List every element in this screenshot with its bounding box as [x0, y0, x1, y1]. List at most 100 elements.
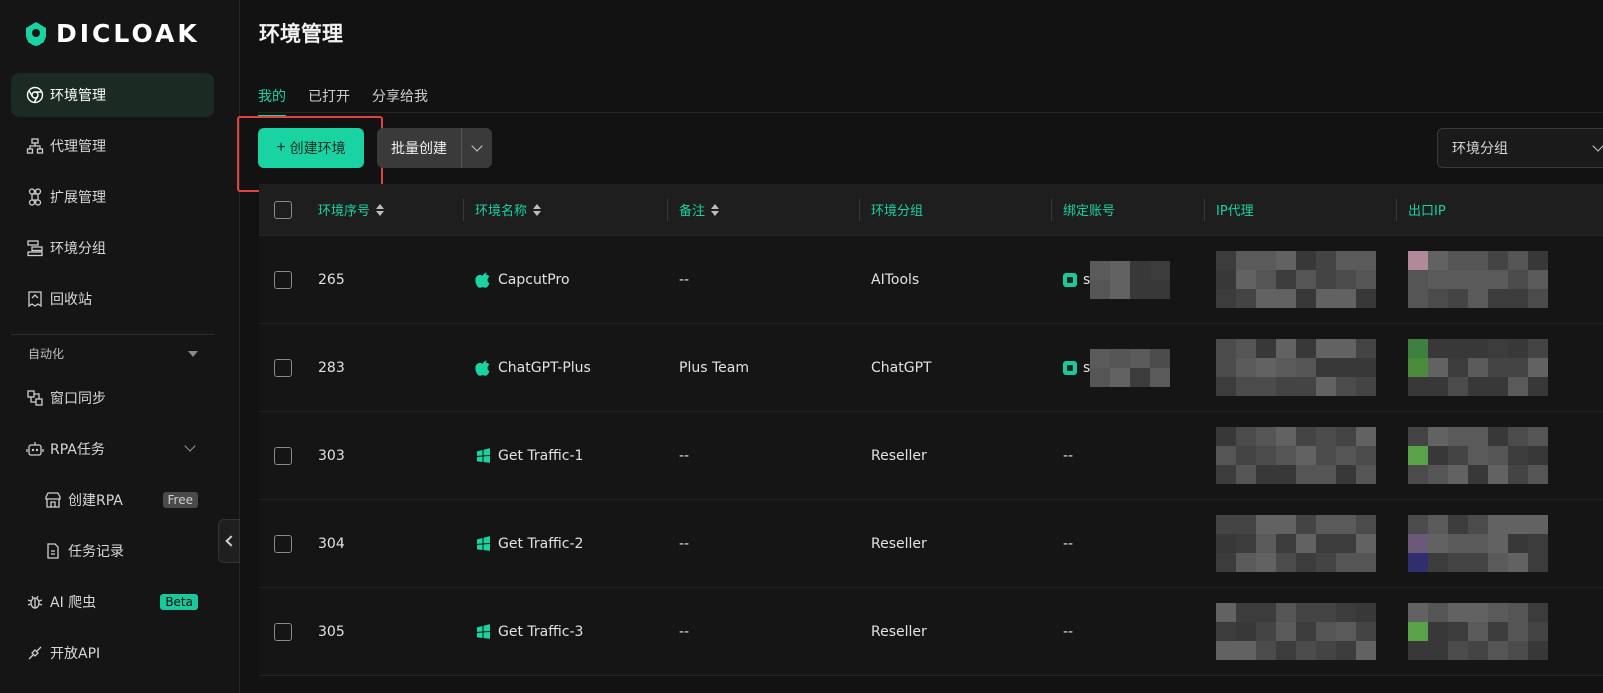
bound-account: --	[1063, 447, 1074, 464]
env-group: ChatGPT	[871, 359, 932, 376]
col-env-name[interactable]: 环境名称	[463, 184, 667, 235]
sidebar-item-env-manage[interactable]: 环境管理	[11, 73, 214, 117]
sidebar-item-recycle-bin[interactable]: 回收站	[11, 277, 214, 321]
chevron-down-icon	[471, 140, 483, 152]
row-checkbox[interactable]	[273, 270, 292, 289]
env-name-cell[interactable]: Get Traffic-2	[463, 500, 667, 587]
redacted-block	[1216, 251, 1376, 308]
group-cell: AITools	[859, 236, 1051, 323]
account-icon	[1063, 360, 1077, 375]
sidebar-item-proxy-manage[interactable]: 代理管理	[11, 124, 214, 168]
bound-account: --	[1063, 623, 1074, 640]
apple-icon	[475, 359, 492, 376]
env-table: 环境序号 环境名称 备注 环境分组 绑定账号 IP代理 出口IP 265 Cap…	[259, 184, 1603, 676]
row-select-cell	[259, 324, 306, 411]
exit-ip-cell	[1396, 412, 1603, 499]
windows-icon	[475, 535, 492, 552]
row-checkbox[interactable]	[273, 534, 292, 553]
env-name-cell[interactable]: Get Traffic-3	[463, 588, 667, 675]
caret-down-icon	[188, 350, 198, 357]
beta-badge: Beta	[160, 594, 198, 610]
env-name: Get Traffic-2	[498, 535, 584, 552]
sidebar-item-extension-manage[interactable]: 扩展管理	[11, 175, 214, 219]
row-select-cell	[259, 588, 306, 675]
ip-proxy-cell	[1204, 588, 1396, 675]
env-name: Get Traffic-1	[498, 447, 584, 464]
env-group: Reseller	[871, 447, 927, 464]
env-name-cell[interactable]: ChatGPT-Plus	[463, 324, 667, 411]
sidebar-item-label: 开放API	[50, 646, 101, 662]
select-all-checkbox[interactable]	[273, 200, 292, 219]
env-group-select[interactable]: 环境分组	[1437, 128, 1603, 168]
app-window: DICLOAK 环境管理 代理管理 扩展管理 环境分组 回收站 自动化 窗口同步…	[0, 0, 1603, 693]
account-icon	[1063, 272, 1077, 287]
chrome-icon	[26, 86, 44, 104]
windows-icon	[475, 447, 492, 464]
command-icon	[26, 188, 44, 206]
dicloak-logo-icon	[26, 21, 46, 46]
bound-account: --	[1063, 535, 1074, 552]
redacted-block	[1216, 603, 1376, 660]
sidebar-item-label: 环境管理	[50, 88, 106, 104]
sidebar-item-window-sync[interactable]: 窗口同步	[11, 376, 214, 420]
env-name: CapcutPro	[498, 271, 570, 288]
redacted-block	[1216, 515, 1376, 572]
env-id: 305	[318, 623, 345, 640]
brand-logo: DICLOAK	[24, 19, 200, 48]
batch-create-button[interactable]: 批量创建	[377, 128, 461, 168]
env-id: 303	[318, 447, 345, 464]
sidebar-item-env-group[interactable]: 环境分组	[11, 226, 214, 270]
table-row[interactable]: 303 Get Traffic-1 -- Reseller --	[259, 412, 1603, 500]
document-icon	[44, 542, 62, 560]
row-checkbox[interactable]	[273, 358, 292, 377]
row-select-cell	[259, 236, 306, 323]
ip-proxy-cell	[1204, 324, 1396, 411]
ip-proxy-cell	[1204, 412, 1396, 499]
table-row[interactable]: 283 ChatGPT-Plus Plus Team ChatGPT s	[259, 324, 1603, 412]
sidebar-item-label: 回收站	[50, 292, 92, 308]
batch-create-dropdown[interactable]	[461, 128, 492, 168]
account-cell: s	[1051, 324, 1204, 411]
collapse-sidebar-button[interactable]	[218, 519, 240, 563]
account-cell: s	[1051, 236, 1204, 323]
sidebar-item-label: RPA任务	[50, 442, 105, 458]
ip-proxy-cell	[1204, 500, 1396, 587]
env-id: 265	[318, 271, 345, 288]
bound-account: s	[1083, 271, 1091, 288]
sidebar-item-rpa-tasks[interactable]: RPA任务	[11, 427, 214, 471]
chevron-left-icon	[225, 535, 237, 547]
store-icon	[44, 491, 62, 509]
col-ip-proxy: IP代理	[1204, 184, 1396, 235]
bug-icon	[26, 593, 44, 611]
env-note: --	[679, 623, 690, 640]
note-cell: --	[667, 588, 859, 675]
robot-icon	[26, 440, 44, 458]
env-name-cell[interactable]: CapcutPro	[463, 236, 667, 323]
create-env-button[interactable]: + 创建环境	[258, 128, 364, 168]
table-row[interactable]: 305 Get Traffic-3 -- Reseller --	[259, 588, 1603, 676]
sidebar: DICLOAK 环境管理 代理管理 扩展管理 环境分组 回收站 自动化 窗口同步…	[0, 0, 240, 693]
chevron-down-icon	[1592, 140, 1603, 152]
brand-name: DICLOAK	[56, 19, 200, 48]
table-row[interactable]: 304 Get Traffic-2 -- Reseller --	[259, 500, 1603, 588]
row-checkbox[interactable]	[273, 622, 292, 641]
automation-section-header[interactable]: 自动化	[28, 345, 198, 362]
table-row[interactable]: 265 CapcutPro -- AITools s	[259, 236, 1603, 324]
env-name-cell[interactable]: Get Traffic-1	[463, 412, 667, 499]
sidebar-item-ai-crawler[interactable]: AI 爬虫 Beta	[11, 580, 214, 624]
col-env-id[interactable]: 环境序号	[306, 184, 463, 235]
chevron-down-icon	[184, 440, 196, 452]
sidebar-item-create-rpa[interactable]: 创建RPA Free	[11, 478, 214, 522]
sidebar-item-open-api[interactable]: 开放API	[11, 631, 214, 675]
sidebar-item-label: 环境分组	[50, 241, 106, 257]
group-cell: Reseller	[859, 588, 1051, 675]
column-header-label: 环境分组	[871, 204, 924, 219]
sidebar-item-task-records[interactable]: 任务记录	[11, 529, 214, 573]
row-checkbox[interactable]	[273, 446, 292, 465]
col-note[interactable]: 备注	[667, 184, 859, 235]
group-cell: Reseller	[859, 500, 1051, 587]
batch-create-group: 批量创建	[377, 128, 492, 168]
account-cell: --	[1051, 588, 1204, 675]
env-id-cell: 283	[306, 324, 463, 411]
env-note: --	[679, 535, 690, 552]
